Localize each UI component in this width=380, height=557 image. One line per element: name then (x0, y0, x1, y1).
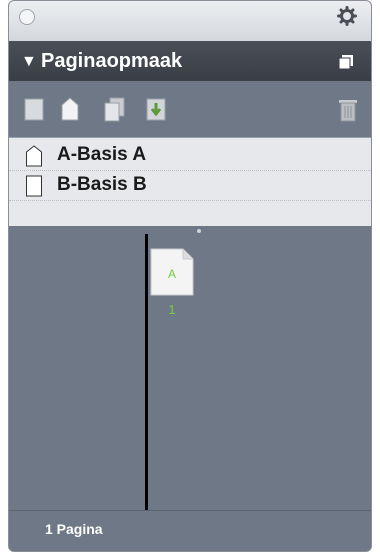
status-bar: 1 Pagina (9, 510, 371, 551)
insert-page-icon[interactable] (143, 95, 169, 123)
blank-page-icon (25, 175, 43, 197)
duplicate-page-icon[interactable] (101, 95, 127, 123)
page-master-letter: A (168, 267, 176, 281)
panel-title-bar[interactable]: ▼ Paginaopmaak (9, 41, 371, 81)
panel-top-bar (9, 1, 371, 42)
spread-spine (145, 234, 148, 510)
page-layout-panel: ▼ Paginaopmaak A-Basis A B-Basis B A 1 1… (8, 0, 372, 552)
panel-menu-icon[interactable] (337, 53, 355, 71)
close-icon[interactable] (19, 9, 35, 25)
master-item-label: A-Basis A (57, 144, 147, 165)
master-item-b[interactable]: B-Basis B (9, 170, 371, 201)
trash-icon[interactable] (335, 95, 361, 123)
page-count: 1 Pagina (45, 521, 103, 537)
master-pages-list: A-Basis A B-Basis B (9, 137, 371, 227)
master-page-icon[interactable] (57, 95, 83, 123)
page-thumbnail[interactable]: A (149, 248, 195, 296)
master-page-icon (25, 145, 43, 167)
gear-icon[interactable] (337, 6, 357, 26)
document-pages-area[interactable]: A 1 (9, 226, 371, 512)
collapse-triangle-icon[interactable]: ▼ (21, 53, 37, 71)
panel-title: Paginaopmaak (41, 50, 183, 72)
new-document-icon[interactable] (21, 95, 47, 123)
master-item-label: B-Basis B (57, 174, 147, 195)
page-number: 1 (168, 302, 176, 317)
toolbar (9, 81, 371, 137)
master-item-a[interactable]: A-Basis A (9, 140, 371, 171)
spread-indicator (197, 229, 201, 233)
